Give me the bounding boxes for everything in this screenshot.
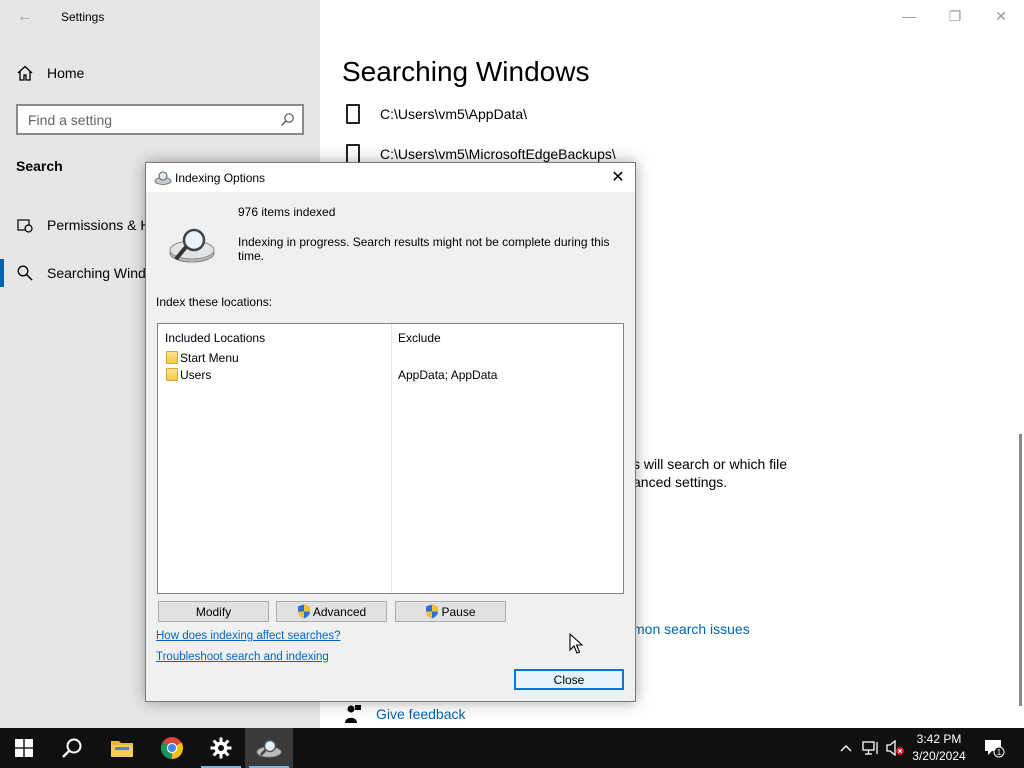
close-label: Close bbox=[553, 672, 585, 687]
taskbar: 3:42 PM 3/20/2024 1 bbox=[0, 728, 1024, 768]
column-header-exclude[interactable]: Exclude bbox=[398, 331, 441, 345]
advanced-settings-description: s will search or which file anced settin… bbox=[633, 455, 787, 491]
location-row[interactable]: Start Menu bbox=[158, 349, 623, 366]
close-button[interactable]: Close bbox=[514, 669, 624, 690]
advanced-button[interactable]: Advanced bbox=[276, 601, 387, 622]
clock-date: 3/20/2024 bbox=[912, 749, 966, 763]
file-explorer-button[interactable] bbox=[98, 728, 146, 768]
network-icon[interactable] bbox=[860, 728, 882, 768]
troubleshoot-indexing-link[interactable]: Troubleshoot search and indexing bbox=[156, 651, 329, 663]
indexing-options-dialog: Indexing Options ✕ 976 items indexed Ind… bbox=[145, 162, 636, 702]
restore-icon[interactable]: ❐ bbox=[932, 0, 978, 32]
uac-shield-icon bbox=[426, 604, 439, 619]
indexing-magnifier-icon bbox=[169, 228, 215, 263]
uac-shield-icon bbox=[297, 604, 310, 619]
history-icon bbox=[17, 219, 33, 233]
close-icon[interactable]: ✕ bbox=[978, 0, 1024, 32]
find-setting-box[interactable] bbox=[16, 104, 304, 135]
excluded-folder-path: C:\Users\vm5\AppData\ bbox=[380, 106, 528, 122]
search-icon bbox=[17, 265, 33, 281]
notification-count: 1 bbox=[997, 748, 1002, 757]
modify-button[interactable]: Modify bbox=[158, 601, 269, 622]
location-row[interactable]: Users AppData; AppData bbox=[158, 366, 623, 383]
feedback-label: Give feedback bbox=[376, 706, 466, 722]
search-icon bbox=[62, 738, 82, 758]
indexing-icon bbox=[256, 739, 282, 758]
advanced-label: Advanced bbox=[312, 604, 367, 619]
taskbar-clock[interactable]: 3:42 PM 3/20/2024 bbox=[907, 731, 971, 765]
mouse-cursor-icon bbox=[569, 633, 583, 654]
items-indexed-count: 976 items indexed bbox=[238, 205, 336, 219]
settings-taskbar-button[interactable] bbox=[197, 728, 245, 768]
windows-logo-icon bbox=[15, 739, 33, 757]
index-locations-label: Index these locations: bbox=[156, 295, 273, 309]
folder-icon bbox=[111, 741, 133, 757]
window-controls: — ❐ ✕ bbox=[886, 0, 1024, 32]
home-label: Home bbox=[47, 65, 85, 81]
location-name: Users bbox=[180, 368, 212, 382]
chrome-button[interactable] bbox=[148, 728, 196, 768]
home-icon bbox=[17, 65, 33, 81]
notification-icon: 1 bbox=[985, 740, 1005, 758]
back-arrow-icon[interactable]: ← bbox=[14, 6, 36, 28]
folder-outline-icon bbox=[346, 104, 360, 124]
indexing-options-taskbar-button[interactable] bbox=[245, 728, 293, 768]
column-header-included[interactable]: Included Locations bbox=[165, 331, 265, 345]
start-button[interactable] bbox=[0, 728, 48, 768]
scrollbar[interactable] bbox=[1019, 434, 1022, 706]
volume-muted-icon[interactable] bbox=[884, 728, 906, 768]
dialog-titlebar[interactable]: Indexing Options ✕ bbox=[146, 163, 635, 192]
clock-time: 3:42 PM bbox=[916, 732, 962, 746]
description-line: anced settings. bbox=[633, 474, 728, 490]
pause-label: Pause bbox=[441, 604, 476, 619]
section-title: Search bbox=[16, 158, 63, 174]
page-title: Searching Windows bbox=[342, 56, 590, 87]
excluded-folder-path: C:\Users\vm5\MicrosoftEdgeBackups\ bbox=[380, 146, 616, 162]
locations-list[interactable]: Included Locations Exclude Start Menu Us… bbox=[157, 323, 624, 594]
folder-outline-icon bbox=[346, 144, 360, 164]
indexing-status-message: Indexing in progress. Search results mig… bbox=[238, 235, 610, 263]
folder-icon bbox=[166, 368, 178, 381]
how-indexing-link[interactable]: How does indexing affect searches? bbox=[156, 630, 341, 642]
search-icon[interactable] bbox=[280, 112, 295, 127]
find-setting-input[interactable] bbox=[18, 106, 268, 133]
description-line: s will search or which file bbox=[633, 456, 788, 472]
minimize-icon[interactable]: — bbox=[886, 0, 932, 32]
gear-icon bbox=[210, 737, 232, 759]
close-icon[interactable]: ✕ bbox=[607, 167, 629, 189]
action-center-button[interactable]: 1 bbox=[978, 728, 1010, 768]
feedback-person-icon bbox=[345, 705, 361, 723]
chrome-icon bbox=[161, 737, 183, 759]
show-hidden-icons-chevron-up-icon[interactable] bbox=[836, 728, 856, 768]
app-title: Settings bbox=[61, 10, 105, 24]
troubleshoot-link[interactable]: mon search issues bbox=[633, 621, 750, 637]
indexing-icon bbox=[154, 171, 172, 185]
location-exclude: AppData; AppData bbox=[398, 368, 498, 382]
home-nav-item[interactable]: Home bbox=[0, 58, 320, 88]
folder-icon bbox=[166, 351, 178, 364]
taskbar-search-button[interactable] bbox=[48, 728, 96, 768]
pause-button[interactable]: Pause bbox=[395, 601, 506, 622]
dialog-title: Indexing Options bbox=[175, 171, 266, 185]
modify-label: Modify bbox=[195, 604, 232, 619]
location-name: Start Menu bbox=[180, 351, 239, 365]
